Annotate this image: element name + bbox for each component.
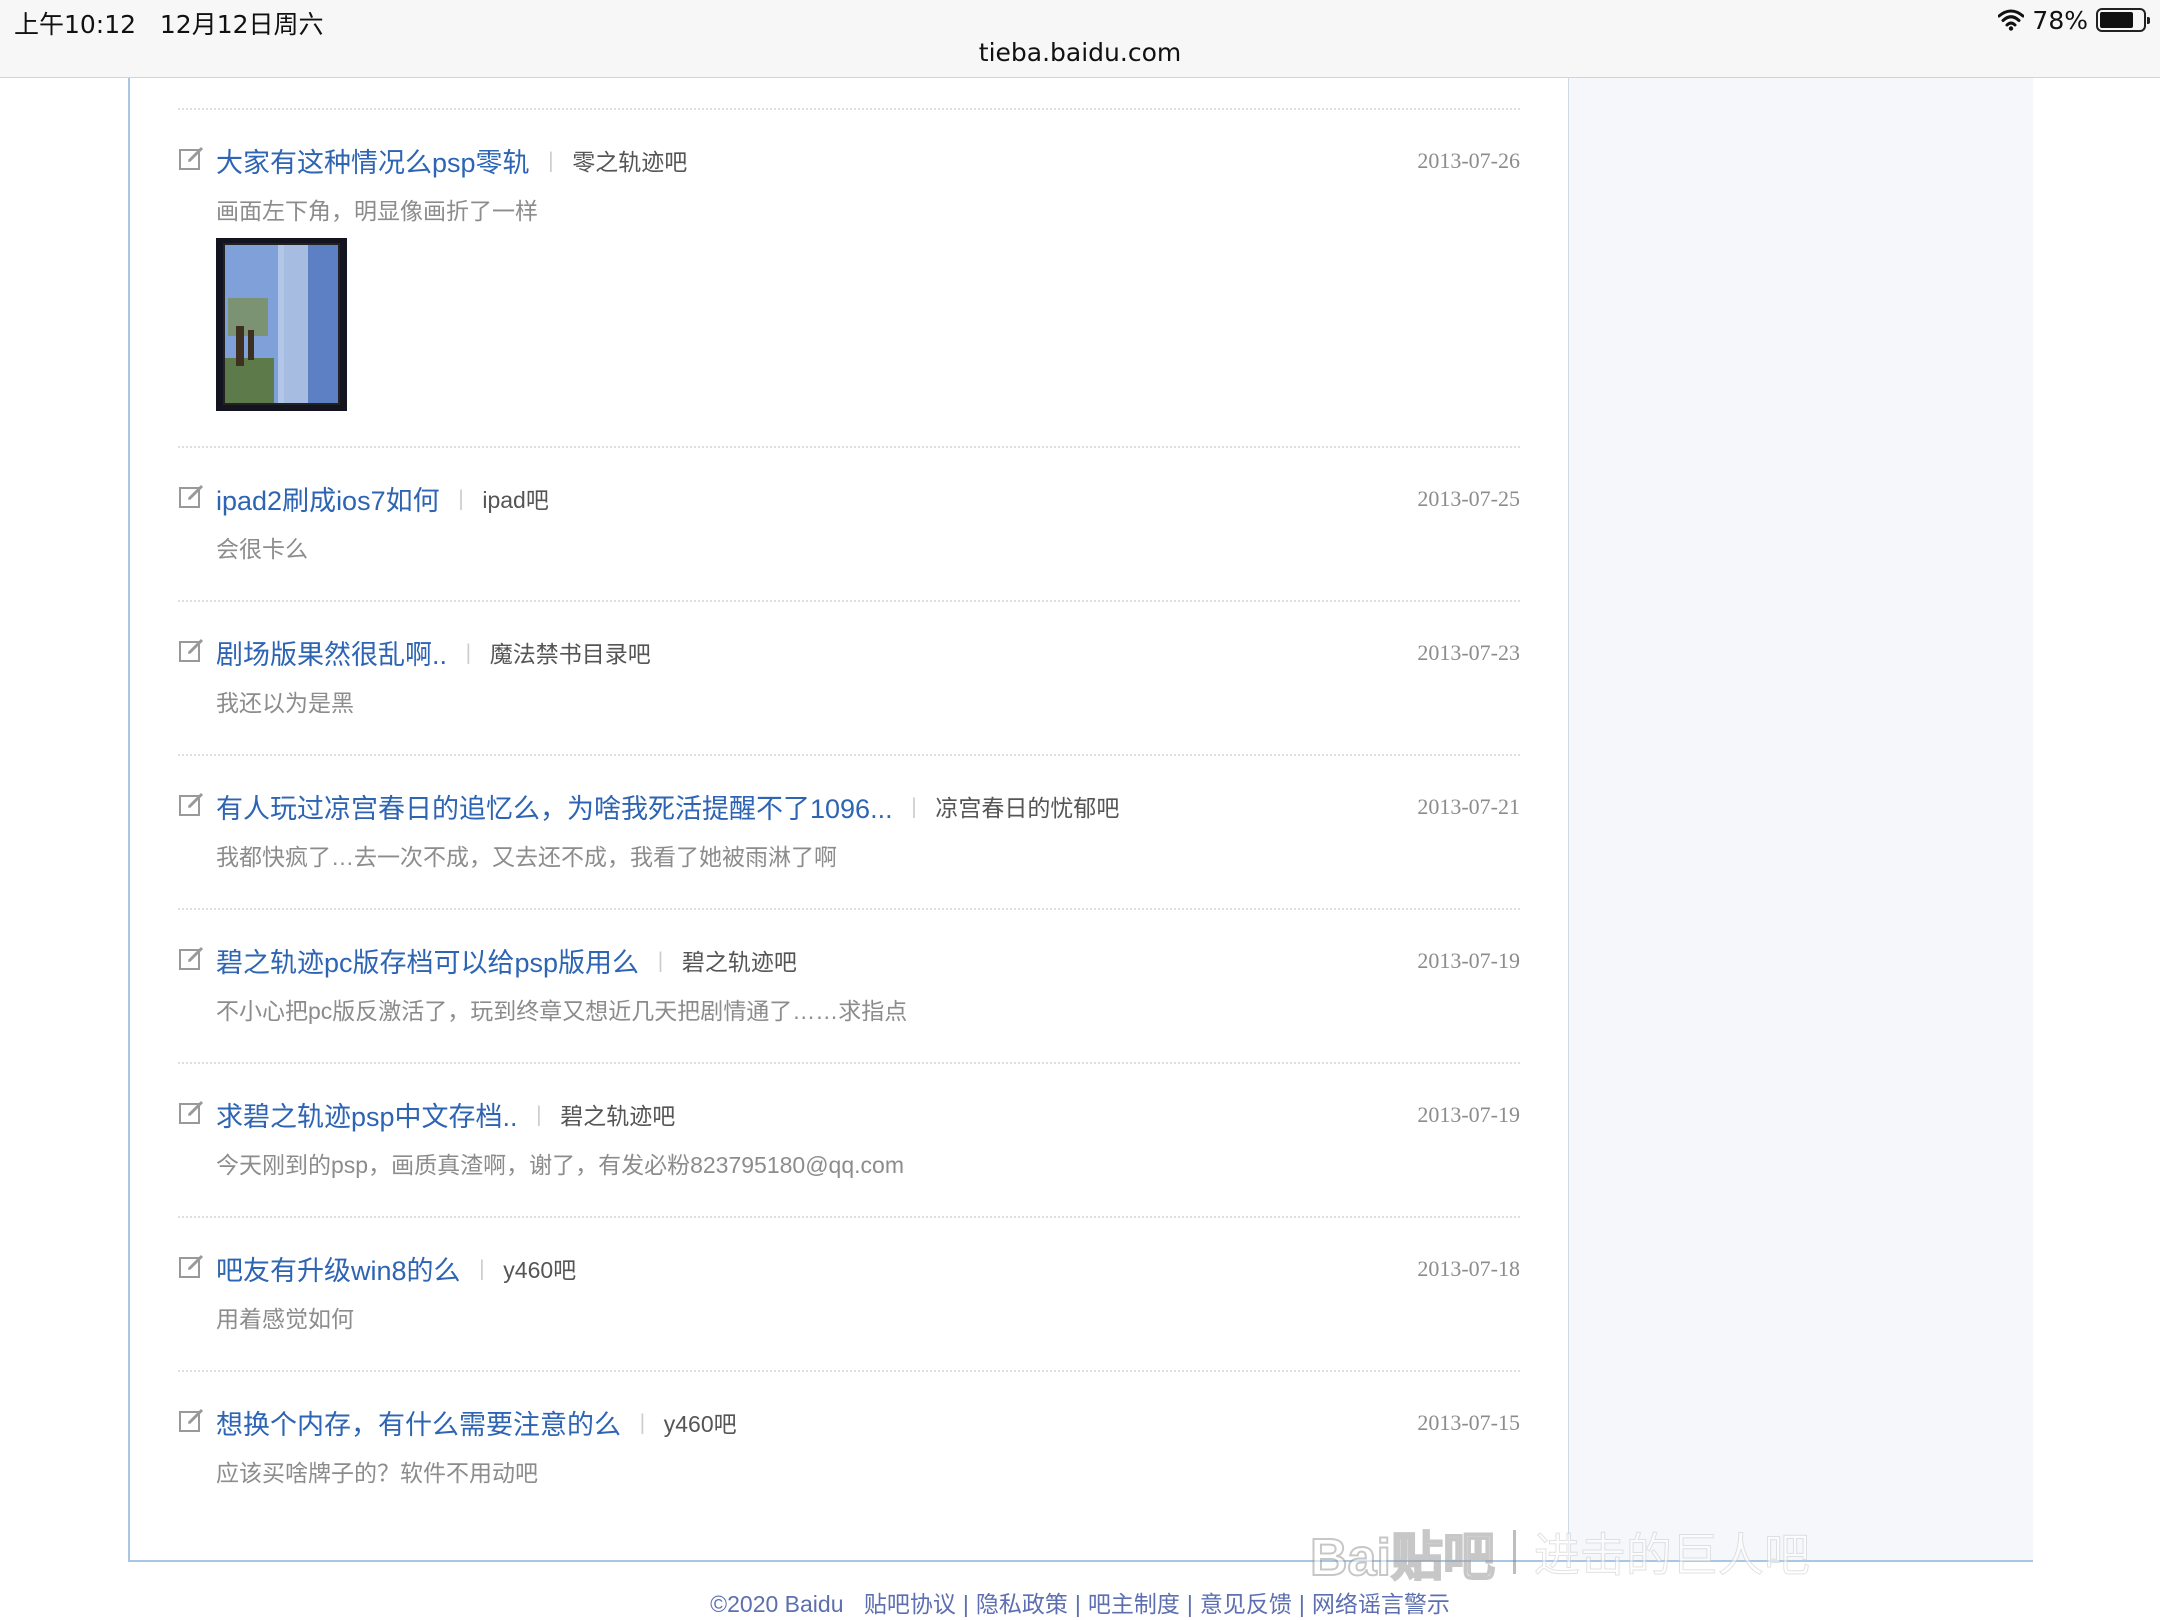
edit-icon xyxy=(178,1098,206,1126)
post-date: 2013-07-19 xyxy=(1417,1102,1520,1127)
post-header: 剧场版果然很乱啊.. | 魔法禁书目录吧 xyxy=(216,632,1520,672)
post-date: 2013-07-19 xyxy=(1417,948,1520,973)
forum-name-link[interactable]: ipad吧 xyxy=(482,481,548,515)
edit-icon xyxy=(178,144,206,172)
footer-separator: | xyxy=(1074,1591,1081,1617)
title-divider: | xyxy=(910,794,918,818)
post-item: 有人玩过凉宫春日的追忆么，为啥我死活提醒不了1096... | 凉宫春日的忧郁吧 20… xyxy=(178,756,1520,908)
battery-percent: 78% xyxy=(2032,5,2088,35)
post-title-link[interactable]: 想换个内存，有什么需要注意的么 xyxy=(216,1403,621,1442)
title-divider: | xyxy=(478,1256,486,1280)
post-header: 求碧之轨迹psp中文存档.. | 碧之轨迹吧 xyxy=(216,1094,1520,1134)
post-snippet: 会很卡么 xyxy=(216,536,308,562)
post-date: 2013-07-21 xyxy=(1417,794,1520,819)
edit-icon xyxy=(178,944,206,972)
post-snippet: 应该买啥牌子的？软件不用动吧 xyxy=(216,1460,538,1486)
post-title-link[interactable]: 求碧之轨迹psp中文存档.. xyxy=(216,1095,518,1134)
footer-link[interactable]: 网络谣言警示 xyxy=(1312,1591,1450,1617)
title-divider: | xyxy=(457,486,465,510)
footer-link[interactable]: 贴吧协议 xyxy=(864,1591,956,1617)
page-footer: ©2020 Baidu 贴吧协议 | 隐私政策 | 吧主制度 | 意见反馈 | 网络谣言警示 xyxy=(0,1585,2160,1619)
footer-separator: | xyxy=(1298,1591,1305,1617)
post-title-link[interactable]: 大家有这种情况么psp零轨 xyxy=(216,141,530,180)
post-header: ipad2刷成ios7如何 | ipad吧 xyxy=(216,478,1520,518)
post-item: 求碧之轨迹psp中文存档.. | 碧之轨迹吧 2013-07-19 今天刚到的psp，画… xyxy=(178,1064,1520,1216)
post-date: 2013-07-18 xyxy=(1417,1256,1520,1281)
footer-copyright: ©2020 Baidu xyxy=(710,1591,844,1617)
post-date: 2013-07-26 xyxy=(1417,148,1520,173)
post-title-link[interactable]: ipad2刷成ios7如何 xyxy=(216,479,440,518)
post-snippet: 不小心把pc版反激活了，玩到终章又想近几天把剧情通了……求指点 xyxy=(216,998,908,1024)
forum-name-link[interactable]: y460吧 xyxy=(664,1405,737,1439)
edit-icon xyxy=(178,790,206,818)
post-header: 碧之轨迹pc版存档可以给psp版用么 | 碧之轨迹吧 xyxy=(216,940,1520,980)
forum-name-link[interactable]: 零之轨迹吧 xyxy=(572,143,687,177)
post-list: 大家有这种情况么psp零轨 | 零之轨迹吧 2013-07-26 画面左下角，明显像画折… xyxy=(178,108,1520,1524)
title-divider: | xyxy=(535,1102,543,1126)
post-date: 2013-07-23 xyxy=(1417,640,1520,665)
post-item: 剧场版果然很乱啊.. | 魔法禁书目录吧 2013-07-23 我还以为是黑 xyxy=(178,602,1520,754)
title-divider: | xyxy=(547,148,555,172)
post-item: 吧友有升级win8的么 | y460吧 2013-07-18 用着感觉如何 xyxy=(178,1218,1520,1370)
title-divider: | xyxy=(465,640,472,664)
battery-icon xyxy=(2096,8,2150,32)
post-header: 吧友有升级win8的么 | y460吧 xyxy=(216,1248,1520,1288)
right-sidebar xyxy=(1568,78,2033,1560)
wifi-icon xyxy=(1998,9,2025,31)
footer-separator: | xyxy=(962,1591,969,1617)
post-item: 碧之轨迹pc版存档可以给psp版用么 | 碧之轨迹吧 2013-07-19 不小心把pc… xyxy=(178,910,1520,1062)
post-list-column: 大家有这种情况么psp零轨 | 零之轨迹吧 2013-07-26 画面左下角，明显像画折… xyxy=(130,78,1568,1560)
footer-link[interactable]: 吧主制度 xyxy=(1088,1591,1180,1617)
forum-name-link[interactable]: 碧之轨迹吧 xyxy=(560,1097,675,1131)
footer-separator: | xyxy=(1186,1591,1193,1617)
post-header: 有人玩过凉宫春日的追忆么，为啥我死活提醒不了1096... | 凉宫春日的忧郁吧 xyxy=(216,786,1520,826)
footer-link[interactable]: 意见反馈 xyxy=(1200,1591,1292,1617)
browser-top-bar: 上午10:12 12月12日周六 78% tieba.baidu.com xyxy=(0,0,2160,78)
post-header: 想换个内存，有什么需要注意的么 | y460吧 xyxy=(216,1402,1520,1442)
forum-name-link[interactable]: 碧之轨迹吧 xyxy=(682,943,797,977)
post-title-link[interactable]: 剧场版果然很乱啊.. xyxy=(216,633,447,672)
post-item: 想换个内存，有什么需要注意的么 | y460吧 2013-07-15 应该买啥牌子的？软… xyxy=(178,1372,1520,1524)
post-title-link[interactable]: 碧之轨迹pc版存档可以给psp版用么 xyxy=(216,941,639,980)
forum-name-link[interactable]: y460吧 xyxy=(503,1251,576,1285)
status-indicators: 78% xyxy=(1998,5,2150,35)
post-snippet: 我都快疯了…去一次不成，又去还不成，我看了她被雨淋了啊 xyxy=(216,844,837,870)
edit-icon xyxy=(178,482,206,510)
page-frame: 大家有这种情况么psp零轨 | 零之轨迹吧 2013-07-26 画面左下角，明显像画折… xyxy=(128,78,2033,1562)
post-snippet: 今天刚到的psp，画质真渣啊，谢了，有发必粉823795180@qq.com xyxy=(216,1152,904,1178)
post-header: 大家有这种情况么psp零轨 | 零之轨迹吧 xyxy=(216,140,1520,180)
post-title-link[interactable]: 吧友有升级win8的么 xyxy=(216,1249,461,1288)
post-thumbnail-image[interactable] xyxy=(216,238,347,411)
address-bar-url[interactable]: tieba.baidu.com xyxy=(0,38,2160,67)
post-item: 大家有这种情况么psp零轨 | 零之轨迹吧 2013-07-26 画面左下角，明显像画折… xyxy=(178,110,1520,446)
post-title-link[interactable]: 有人玩过凉宫春日的追忆么，为啥我死活提醒不了1096... xyxy=(216,787,893,826)
post-date: 2013-07-25 xyxy=(1417,486,1520,511)
forum-name-link[interactable]: 魔法禁书目录吧 xyxy=(490,635,651,669)
post-item: ipad2刷成ios7如何 | ipad吧 2013-07-25 会很卡么 xyxy=(178,448,1520,600)
post-date: 2013-07-15 xyxy=(1417,1410,1520,1435)
edit-icon xyxy=(178,636,206,664)
post-snippet: 画面左下角，明显像画折了一样 xyxy=(216,198,538,224)
edit-icon xyxy=(178,1406,206,1434)
forum-name-link[interactable]: 凉宫春日的忧郁吧 xyxy=(935,789,1119,823)
post-snippet: 用着感觉如何 xyxy=(216,1306,354,1332)
post-snippet: 我还以为是黑 xyxy=(216,690,354,716)
status-time: 上午10:12 12月12日周六 xyxy=(14,10,324,39)
title-divider: | xyxy=(657,948,664,972)
edit-icon xyxy=(178,1252,206,1280)
title-divider: | xyxy=(639,1410,646,1434)
footer-link[interactable]: 隐私政策 xyxy=(976,1591,1068,1617)
